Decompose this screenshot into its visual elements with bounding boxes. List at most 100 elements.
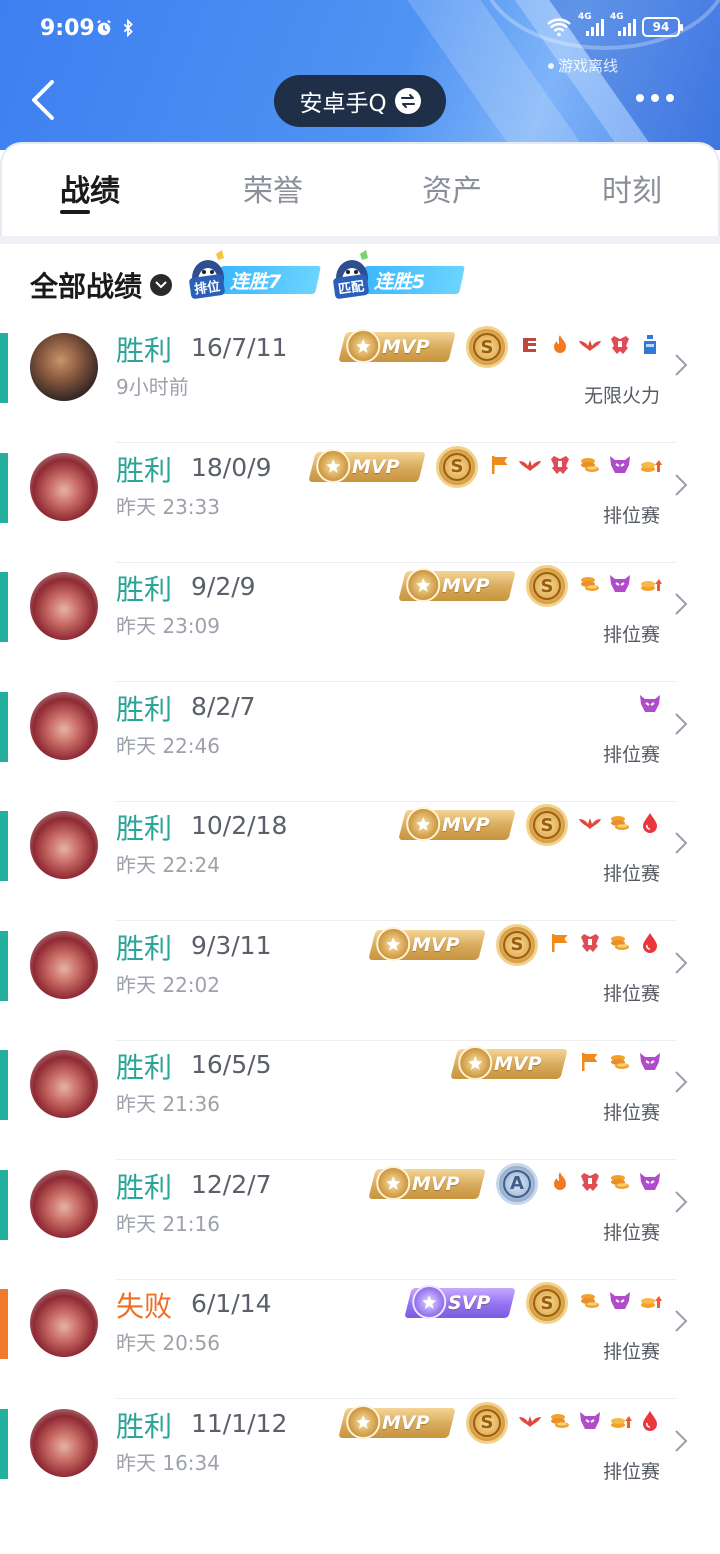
coins-icon xyxy=(608,931,632,959)
result-indicator-bar xyxy=(0,333,8,403)
result-indicator-bar xyxy=(0,1050,8,1120)
match-result: 胜利 xyxy=(116,573,173,606)
chevron-right-icon xyxy=(675,951,688,974)
blood-icon xyxy=(638,931,662,959)
match-row[interactable]: 胜利 16/5/5 昨天 21:36 MVP 排位赛 xyxy=(0,1042,720,1160)
hero-avatar xyxy=(30,1169,98,1238)
result-indicator-bar xyxy=(0,811,8,881)
grade-label: S xyxy=(533,1289,561,1317)
hero-avatar xyxy=(30,1408,98,1477)
demon-icon xyxy=(578,1409,602,1437)
match-time: 昨天 23:33 xyxy=(116,494,220,519)
tab-honor[interactable]: 荣誉 xyxy=(243,166,303,210)
row-divider xyxy=(116,1159,676,1160)
match-row[interactable]: 失败 6/1/14 昨天 20:56 SVP S 排位赛 xyxy=(0,1281,720,1399)
bluetooth-icon xyxy=(123,18,133,38)
tab-record[interactable]: 战绩 xyxy=(60,166,120,210)
mvp-badge: MVP xyxy=(308,448,426,483)
chevron-right-icon xyxy=(675,832,688,854)
grade-label: A xyxy=(503,1169,531,1198)
match-row[interactable]: 胜利 18/0/9 昨天 23:33 MVP S 排位赛 xyxy=(0,445,720,563)
match-time: 昨天 16:34 xyxy=(116,1450,220,1475)
flag-icon xyxy=(548,931,572,959)
match-row[interactable]: 胜利 9/3/11 昨天 22:02 MVP S 排位赛 xyxy=(0,923,720,1041)
streak-text: 连胜5 xyxy=(374,271,426,293)
signal-4g-icon: 4G xyxy=(578,12,604,37)
grade-label: S xyxy=(503,930,531,959)
grade-label: S xyxy=(533,811,561,839)
grade-label: S xyxy=(533,572,561,600)
result-indicator-bar xyxy=(0,1289,8,1359)
coins-icon xyxy=(548,1409,572,1437)
blood-icon xyxy=(638,811,662,839)
chevron-right-icon xyxy=(675,593,688,615)
ranked-streak-badge: 排位 连胜7 xyxy=(188,248,321,300)
match-kda: 8/2/7 xyxy=(191,691,256,721)
mvp-badge: MVP xyxy=(338,1404,456,1439)
match-row[interactable]: 胜利 11/1/12 昨天 16:34 MVP S 排位赛 xyxy=(0,1401,720,1519)
triple-kill-icon xyxy=(518,333,542,361)
grade-badge: S xyxy=(526,804,568,846)
demon-icon xyxy=(608,572,632,600)
section-title: 全部战绩 xyxy=(30,270,143,303)
hero-avatar xyxy=(30,1289,98,1357)
medal-icon xyxy=(458,1046,493,1080)
grade-badge: S xyxy=(466,1401,508,1444)
tab-moments[interactable]: 时刻 xyxy=(602,166,662,210)
hero-avatar xyxy=(30,572,98,640)
match-mode: 无限火力 xyxy=(583,385,660,407)
chevron-right-icon xyxy=(675,1429,688,1452)
row-divider xyxy=(116,561,676,563)
achievement-badges: MVP S xyxy=(398,564,662,608)
achievement-badges xyxy=(638,684,662,728)
match-result: 胜利 xyxy=(116,453,173,487)
blood-icon xyxy=(638,1409,662,1437)
match-result: 胜利 xyxy=(116,1170,173,1204)
achievement-badges: MVP S xyxy=(368,923,662,967)
wings-icon xyxy=(518,453,542,481)
coins-icon xyxy=(578,1289,602,1317)
svp-badge: SVP xyxy=(403,1285,516,1319)
hero-avatar xyxy=(30,811,98,879)
mvp-label: MVP xyxy=(442,814,490,836)
divider xyxy=(0,236,720,244)
demon-icon xyxy=(638,692,662,720)
achievement-badges: MVP xyxy=(450,1042,662,1086)
match-kda: 18/0/9 xyxy=(191,452,272,482)
casual-streak-badge: 匹配 连胜5 xyxy=(332,248,465,300)
mvp-label: SVP xyxy=(447,1292,490,1314)
account-switcher-button[interactable]: 安卓手Q xyxy=(274,75,446,127)
match-mode: 排位赛 xyxy=(602,1460,660,1483)
match-result: 胜利 xyxy=(116,334,173,367)
match-kda: 11/1/12 xyxy=(191,1408,288,1438)
coins-icon xyxy=(578,453,602,481)
filter-all-records[interactable]: 全部战绩 xyxy=(30,265,173,305)
match-row[interactable]: 胜利 8/2/7 昨天 22:46 排位赛 xyxy=(0,684,720,802)
back-arrow-icon[interactable] xyxy=(26,78,62,122)
match-mode: 排位赛 xyxy=(602,743,660,766)
medal-icon xyxy=(316,448,351,483)
grade-badge: A xyxy=(496,1162,538,1205)
more-menu-icon[interactable] xyxy=(636,94,674,102)
row-divider xyxy=(116,920,676,921)
demon-icon xyxy=(608,1289,632,1317)
achievement-badges: MVP S xyxy=(338,1401,662,1445)
match-row[interactable]: 胜利 9/2/9 昨天 23:09 MVP S 排位赛 xyxy=(0,564,720,682)
achievement-badges: MVP S xyxy=(398,803,662,847)
match-row[interactable]: 胜利 16/7/11 9小时前 MVP S 无限火力 xyxy=(0,325,720,443)
match-mode: 排位赛 xyxy=(602,863,660,885)
match-row[interactable]: 胜利 10/2/18 昨天 22:24 MVP S 排位赛 xyxy=(0,803,720,921)
match-kda: 16/7/11 xyxy=(191,333,288,362)
tab-active-indicator xyxy=(60,210,90,214)
match-time: 昨天 21:16 xyxy=(116,1211,220,1236)
achievement-badges: MVP S xyxy=(338,325,662,369)
tab-assets[interactable]: 资产 xyxy=(422,166,482,210)
mvp-badge: MVP xyxy=(398,568,516,602)
account-name: 安卓手Q xyxy=(299,91,387,117)
hero-avatar xyxy=(30,691,98,760)
grade-label: S xyxy=(473,1408,501,1437)
signal-4g-icon: 4G xyxy=(610,12,636,37)
match-time: 9小时前 xyxy=(116,375,189,399)
match-row[interactable]: 胜利 12/2/7 昨天 21:16 MVP A 排位赛 xyxy=(0,1162,720,1280)
grade-badge: S xyxy=(466,326,508,368)
